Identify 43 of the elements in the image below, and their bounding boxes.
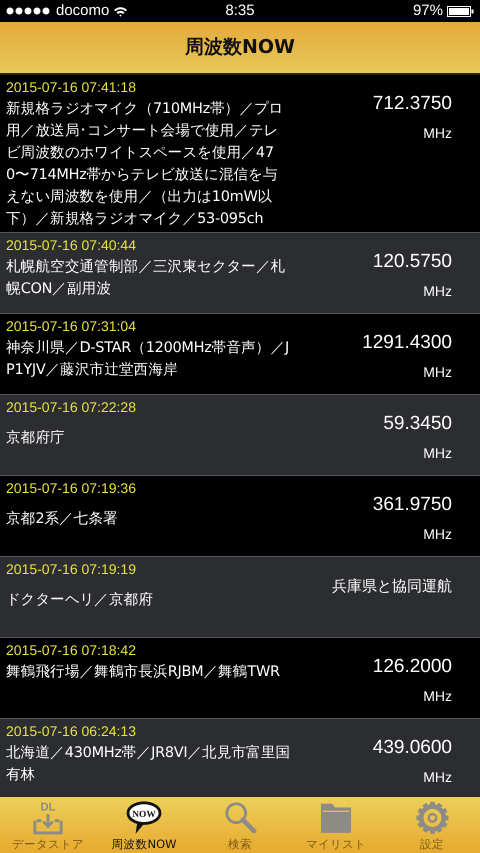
frequency-unit: MHz [423,688,452,704]
description: 舞鶴飛行場／舞鶴市長浜RJBM／舞鶴TWR [6,662,281,682]
frequency-unit: MHz [423,526,452,542]
battery-icon [447,6,474,16]
description: 京都2系／七条署 [6,510,119,529]
screen-title: 周波数NOW [184,36,295,59]
timestamp: 2015-07-16 07:41:18 [6,79,137,96]
frequency-unit: MHz [423,364,452,380]
description: 新規格ラジオマイク（710MHz帯）／プロ用／放送局･コンサート会場で使用／テレビ周波数のホワイトスペースを使用／470〜714MHz帯からテレビ放送に混信を与えない周波数を使用／（出力は10mW以下）／新規格ラジオマイク／53-095ch [6,100,284,229]
list-row[interactable]: 2015-07-16 07:22:28 京都府庁 59.3450 MHz [0,395,480,476]
description: 北海道／430MHz帯／JR8VI／北見市富里国有林 [6,744,292,785]
frequency-value: 712.3750 [372,93,452,115]
frequency-value: 126.2000 [372,656,452,678]
carrier-name: docomo [56,0,110,21]
frequency-unit: MHz [423,125,452,141]
frequency-unit: MHz [423,769,452,785]
status-time: 8:35 [225,2,255,19]
description: 札幌航空交通管制部／三沢東セクター／札幌CON／副用波 [6,258,286,299]
signal-icon [6,7,52,15]
frequency-value: 59.3450 [383,413,452,435]
timestamp: 2015-07-16 06:24:13 [6,723,137,740]
description: 京都府庁 [6,428,66,448]
note-text: 兵庫県と協同運航 [332,576,452,597]
frequency-value: 120.5750 [372,251,452,273]
frequency-unit: MHz [423,445,452,461]
timestamp: 2015-07-16 07:22:28 [6,399,137,416]
list-row[interactable]: 2015-07-16 06:24:13 北海道／430MHz帯／JR8VI／北見市富里国有林 439.0600 MHz [0,719,480,797]
frequency-value: 1291.4300 [362,332,452,354]
tab-button[interactable]: NOW 周波数NOW [96,797,192,853]
wifi-icon [113,6,128,16]
frequency-value: 439.0600 [372,737,452,759]
frequency-unit: MHz [423,283,452,299]
timestamp: 2015-07-16 07:19:19 [6,561,137,578]
frequency-value: 361.9750 [372,494,452,516]
timestamp: 2015-07-16 07:18:42 [6,642,137,659]
timestamp: 2015-07-16 07:19:36 [6,480,137,497]
battery-percent: 97% [412,0,443,21]
description: ドクターヘリ／京都府 [6,590,154,610]
timestamp: 2015-07-16 07:40:44 [6,237,137,254]
list-row[interactable]: 2015-07-16 07:19:19 ドクターヘリ／京都府 兵庫県と協同運航 [0,557,480,638]
timestamp: 2015-07-16 07:31:04 [6,318,137,335]
description: 神奈川県／D-STAR（1200MHz帯音声）／JP1YJV／藤沢市辻堂西海岸 [6,338,290,380]
list-row[interactable]: 2015-07-16 07:40:44 札幌航空交通管制部／三沢東セクター／札幌CON／副用波 120.5750 MHz [0,233,480,314]
